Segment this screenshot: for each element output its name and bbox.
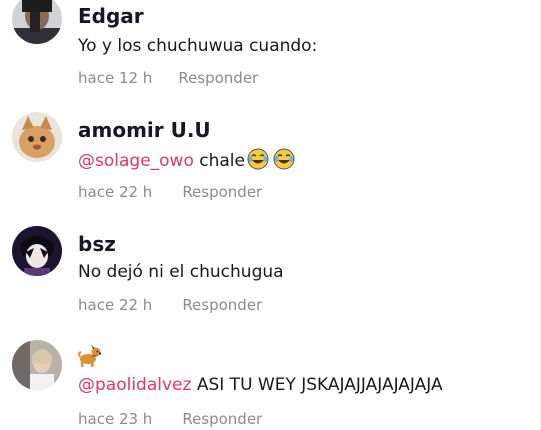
comment-body: chale	[199, 151, 245, 171]
avatar[interactable]	[12, 340, 62, 390]
reply-button[interactable]: Responder	[178, 69, 258, 87]
laughing-tears-emoji-icon	[273, 148, 295, 175]
comment-text: @solage_owo chale	[78, 148, 295, 175]
comment-username[interactable]	[78, 344, 102, 373]
dog-icon	[78, 345, 102, 373]
laughing-tears-emoji-icon	[247, 148, 269, 175]
reply-button[interactable]: Responder	[182, 183, 262, 201]
comment-meta: hace 22 h Responder	[78, 296, 262, 314]
comment-text: @paolidalvez ASI TU WEY JSKAJAJJAJAJAJAJ…	[78, 375, 443, 395]
comment-timestamp: hace 23 h	[78, 410, 153, 428]
comment-text: Yo y los chuchuwua cuando:	[78, 36, 318, 56]
comment-meta: hace 23 h Responder	[78, 410, 262, 428]
comment-username[interactable]: bsz	[78, 232, 116, 256]
comment-body: ASI TU WEY JSKAJAJJAJAJAJAJA	[196, 375, 443, 395]
comment-text: No dejó ni el chuchugua	[78, 262, 284, 282]
comment-meta: hace 22 h Responder	[78, 183, 262, 201]
mention-link[interactable]: @paolidalvez	[78, 375, 191, 395]
comment-username[interactable]: Edgar	[78, 4, 144, 28]
comment-username[interactable]: amomir U.U	[78, 118, 211, 142]
comment-timestamp: hace 22 h	[78, 183, 153, 201]
mention-link[interactable]: @solage_owo	[78, 151, 194, 171]
reply-button[interactable]: Responder	[182, 296, 262, 314]
comment-list: Edgar Yo y los chuchuwua cuando: hace 12…	[0, 0, 541, 430]
comment-timestamp: hace 22 h	[78, 296, 153, 314]
avatar[interactable]	[12, 226, 62, 276]
reply-button[interactable]: Responder	[182, 410, 262, 428]
comment-timestamp: hace 12 h	[78, 69, 153, 87]
avatar[interactable]	[12, 112, 62, 162]
avatar[interactable]	[12, 0, 62, 44]
comment-meta: hace 12 h Responder	[78, 69, 258, 87]
